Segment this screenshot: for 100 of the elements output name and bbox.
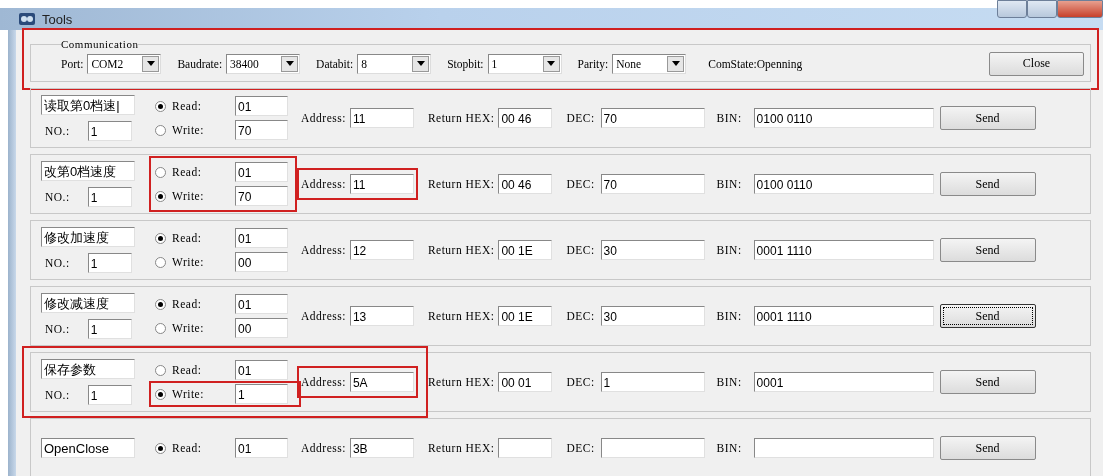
name-field[interactable]: OpenClose xyxy=(41,438,135,458)
dec-field[interactable]: 1 xyxy=(600,372,705,392)
bin-field[interactable]: 0100 0110 xyxy=(753,174,934,194)
name-field[interactable]: 保存参数 xyxy=(41,359,135,379)
radio-button[interactable] xyxy=(155,322,166,334)
close-port-button[interactable]: Close xyxy=(989,51,1084,76)
address-field[interactable]: 13 xyxy=(349,306,414,326)
value-field[interactable]: 01 xyxy=(235,360,288,380)
address-field[interactable]: 11 xyxy=(349,174,414,194)
return-hex-label: Return HEX: xyxy=(427,112,495,124)
combo-label: Baudrate: xyxy=(177,57,223,70)
name-field[interactable]: 修改减速度 xyxy=(41,293,135,313)
value-field[interactable]: 70 xyxy=(235,120,288,140)
hex-field[interactable]: 00 1E xyxy=(498,306,553,326)
value-field[interactable]: 00 xyxy=(235,318,288,338)
minimize-button[interactable] xyxy=(997,0,1027,18)
dec-label: DEC: xyxy=(566,112,595,124)
number-field[interactable]: 1 xyxy=(87,319,132,339)
dec-field[interactable]: 70 xyxy=(600,108,705,128)
bin-label: BIN: xyxy=(716,112,742,124)
value-field[interactable]: 01 xyxy=(235,228,288,248)
address-field[interactable]: 12 xyxy=(349,240,414,260)
send-button[interactable]: Send xyxy=(939,304,1036,328)
radio-button[interactable] xyxy=(155,190,166,202)
address-label: Address: xyxy=(301,310,346,322)
radio-label: Write: xyxy=(172,190,204,202)
dropdown[interactable]: 1 xyxy=(487,53,562,74)
dropdown[interactable]: 8 xyxy=(357,53,432,74)
radio-button[interactable] xyxy=(155,256,166,268)
com-state: ComState:Openning xyxy=(708,57,803,70)
radio-label: Write: xyxy=(172,322,204,334)
radio-label: Write: xyxy=(172,388,204,400)
radio-label: Write: xyxy=(172,124,204,136)
dropdown[interactable]: None xyxy=(612,53,687,74)
value-field[interactable]: 01 xyxy=(235,162,288,182)
dec-label: DEC: xyxy=(566,178,595,190)
radio-label: Read: xyxy=(172,166,202,178)
name-field[interactable]: 修改加速度 xyxy=(41,227,135,247)
dec-field[interactable]: 30 xyxy=(600,240,705,260)
radio-label: Write: xyxy=(172,256,204,268)
address-label: Address: xyxy=(301,244,346,256)
return-hex-label: Return HEX: xyxy=(427,310,495,322)
bin-field[interactable]: 0001 xyxy=(753,372,934,392)
radio-label: Read: xyxy=(172,100,202,112)
address-field[interactable]: 5A xyxy=(349,372,414,392)
address-field[interactable]: 3B xyxy=(349,438,414,458)
hex-field[interactable]: 00 1E xyxy=(498,240,553,260)
radio-button[interactable] xyxy=(155,442,166,454)
send-button[interactable]: Send xyxy=(939,238,1036,262)
value-field[interactable]: 00 xyxy=(235,252,288,272)
value-field[interactable]: 01 xyxy=(235,294,288,314)
dec-label: DEC: xyxy=(566,442,595,454)
bin-field[interactable]: 0100 0110 xyxy=(753,108,934,128)
bin-field[interactable]: 0001 1110 xyxy=(753,306,934,326)
bin-label: BIN: xyxy=(716,376,742,388)
number-field[interactable]: 1 xyxy=(87,121,132,141)
number-field[interactable]: 1 xyxy=(87,253,132,273)
group-title: Communication xyxy=(61,38,139,50)
number-field[interactable]: 1 xyxy=(87,385,132,405)
window-title: Tools xyxy=(42,11,73,27)
radio-button[interactable] xyxy=(155,166,166,178)
hex-field[interactable]: 00 46 xyxy=(498,108,553,128)
combo-label: Parity: xyxy=(577,57,609,70)
radio-button[interactable] xyxy=(155,298,166,310)
radio-button[interactable] xyxy=(155,232,166,244)
radio-button[interactable] xyxy=(155,388,166,400)
dec-field[interactable]: 30 xyxy=(600,306,705,326)
hex-field[interactable]: 00 46 xyxy=(498,174,553,194)
bin-field[interactable] xyxy=(753,438,934,458)
bin-field[interactable]: 0001 1110 xyxy=(753,240,934,260)
maximize-button[interactable] xyxy=(1027,0,1057,18)
send-button[interactable]: Send xyxy=(939,172,1036,196)
dropdown[interactable]: 38400 xyxy=(226,53,301,74)
send-button[interactable]: Send xyxy=(939,370,1036,394)
dec-field[interactable]: 70 xyxy=(600,174,705,194)
address-label: Address: xyxy=(301,376,346,388)
address-label: Address: xyxy=(301,442,346,454)
no-label: NO.: xyxy=(45,389,70,401)
value-field[interactable]: 01 xyxy=(235,438,288,458)
radio-button[interactable] xyxy=(155,124,166,136)
send-button[interactable]: Send xyxy=(939,106,1036,130)
dec-label: DEC: xyxy=(566,376,595,388)
hex-field[interactable] xyxy=(498,438,553,458)
dec-label: DEC: xyxy=(566,310,595,322)
radio-button[interactable] xyxy=(155,100,166,112)
radio-label: Read: xyxy=(172,364,202,376)
address-field[interactable]: 11 xyxy=(349,108,414,128)
radio-label: Read: xyxy=(172,232,202,244)
dec-label: DEC: xyxy=(566,244,595,256)
number-field[interactable]: 1 xyxy=(87,187,132,207)
radio-button[interactable] xyxy=(155,364,166,376)
send-button[interactable]: Send xyxy=(939,436,1036,460)
name-field[interactable]: 改第0档速度 xyxy=(41,161,135,181)
dropdown[interactable]: COM2 xyxy=(87,53,162,74)
value-field[interactable]: 01 xyxy=(235,96,288,116)
value-field[interactable]: 1 xyxy=(235,384,288,404)
value-field[interactable]: 70 xyxy=(235,186,288,206)
dec-field[interactable] xyxy=(600,438,705,458)
name-field[interactable]: 读取第0档速| xyxy=(41,95,135,115)
hex-field[interactable]: 00 01 xyxy=(498,372,553,392)
